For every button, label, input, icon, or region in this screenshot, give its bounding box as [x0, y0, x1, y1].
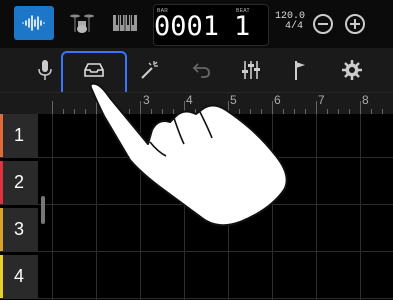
grid-line [140, 114, 141, 300]
ruler-tick [228, 101, 229, 115]
ruler-number: 2 [98, 93, 105, 107]
ruler-tick [96, 101, 97, 115]
bar-value: 0001 [154, 11, 220, 42]
settings-button[interactable] [334, 54, 370, 86]
track-area[interactable]: 1 2 3 4 [0, 114, 393, 300]
drum-mode-button[interactable] [62, 6, 102, 40]
ruler-number: 6 [274, 93, 281, 107]
marker-button[interactable] [282, 54, 318, 86]
mixer-icon [242, 61, 260, 79]
track-color-strip [0, 114, 3, 157]
undo-button[interactable] [184, 54, 220, 86]
track-row[interactable]: 2 [0, 161, 393, 205]
toolbar [0, 48, 393, 92]
ruler-tick [360, 101, 361, 115]
tempo-display[interactable]: 120.0 4/4 [275, 12, 305, 32]
ruler-number: 7 [318, 93, 325, 107]
record-tool-button[interactable] [27, 54, 63, 86]
track-color-strip [0, 208, 3, 251]
zoom-in-icon [345, 14, 365, 34]
microphone-icon [38, 60, 52, 80]
grid-line [228, 114, 229, 300]
drum-kit-icon [70, 14, 94, 33]
grid-line [96, 114, 97, 300]
track-row[interactable]: 3 [0, 208, 393, 252]
grid-line [316, 114, 317, 300]
mixer-button[interactable] [233, 54, 269, 86]
zoom-out-button[interactable] [311, 12, 335, 36]
marker-flag-icon [295, 61, 305, 80]
waveform-icon [22, 15, 45, 31]
position-counter[interactable]: BAR BEAT 0001 1 [153, 4, 269, 46]
settings-gear-icon [342, 60, 362, 80]
track-row[interactable]: 4 [0, 255, 393, 299]
ruler-tick [272, 101, 273, 115]
track-label[interactable]: 1 [0, 114, 38, 157]
selected-tool-highlight [61, 51, 127, 97]
zoom-in-button[interactable] [343, 12, 367, 36]
ruler-tick [52, 101, 53, 115]
top-bar: BAR BEAT 0001 1 120.0 4/4 [0, 0, 393, 48]
zoom-out-icon [313, 14, 333, 34]
time-signature: 4/4 [284, 21, 303, 32]
track-label[interactable]: 4 [0, 255, 38, 298]
grid-line [184, 114, 185, 300]
audio-mode-button[interactable] [14, 6, 54, 40]
keyboard-mode-button[interactable] [106, 6, 144, 40]
track-label[interactable]: 3 [0, 208, 38, 251]
ruler-tick [316, 101, 317, 115]
beat-value: 1 [234, 11, 251, 42]
track-row[interactable]: 1 [0, 114, 393, 158]
keyboard-icon [113, 15, 137, 31]
timeline-ruler[interactable]: 2 3 4 5 6 7 8 [0, 92, 393, 115]
ruler-number: 5 [230, 93, 237, 107]
undo-icon [192, 63, 210, 78]
wand-icon [141, 61, 158, 79]
ruler-number: 4 [186, 93, 193, 107]
grid-line [52, 114, 53, 300]
ruler-number: 3 [143, 93, 150, 107]
ruler-tick [140, 101, 141, 115]
track-color-strip [0, 161, 3, 204]
grid-line [360, 114, 361, 300]
track-scroll-handle[interactable] [41, 196, 45, 224]
track-color-strip [0, 255, 3, 298]
track-label[interactable]: 2 [0, 161, 38, 204]
grid-line [272, 114, 273, 300]
effect-tool-button[interactable] [132, 54, 168, 86]
ruler-number: 8 [362, 93, 369, 107]
ruler-tick [184, 101, 185, 115]
